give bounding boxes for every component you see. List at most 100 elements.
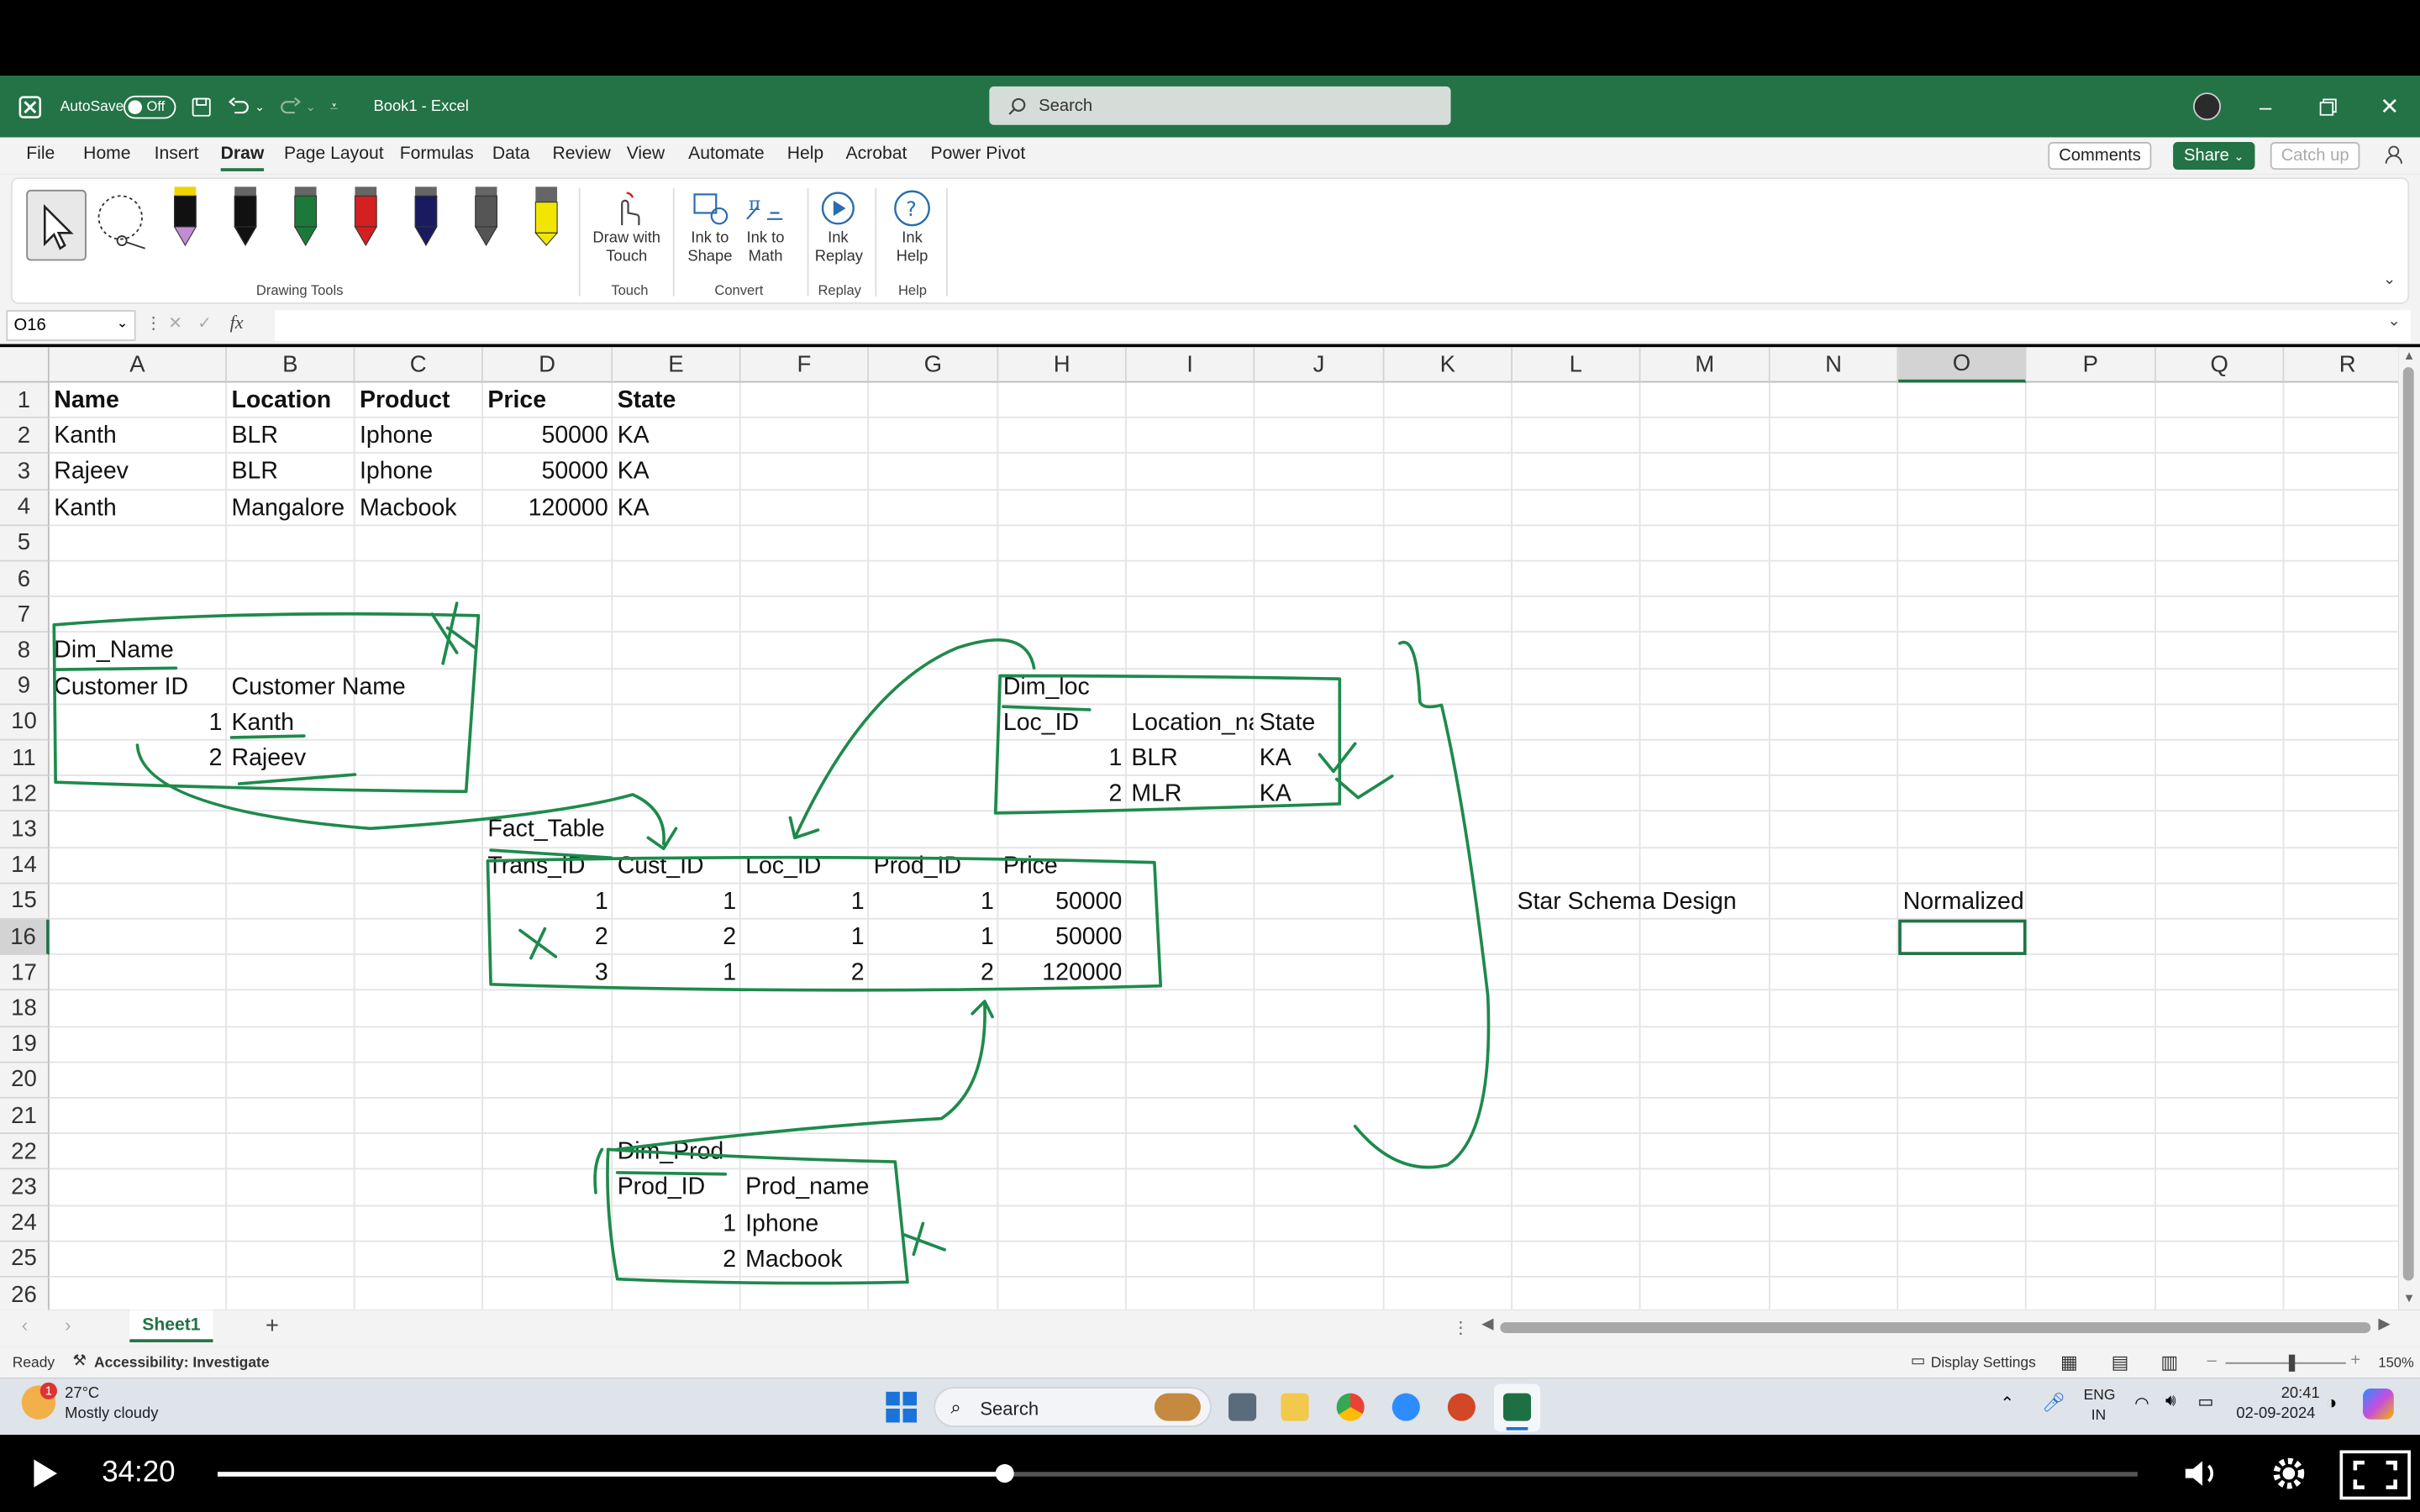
pen-icon (234, 186, 257, 247)
zoom-slider-thumb[interactable] (2288, 1354, 2296, 1372)
fullscreen-icon[interactable] (2339, 1450, 2411, 1500)
pen-2-button[interactable] (227, 186, 264, 256)
focus-icon[interactable]: ◑ (2326, 1392, 2337, 1414)
tab-data[interactable]: Data (492, 145, 530, 164)
powerpoint-icon[interactable] (1447, 1393, 1476, 1421)
horizontal-scroll-thumb[interactable] (1500, 1322, 2371, 1333)
clock-date[interactable]: 02-09-2024 (2236, 1405, 2315, 1422)
customize-toolbar-icon[interactable]: ⩡ (330, 76, 338, 137)
select-tool-button[interactable] (26, 189, 87, 261)
excel-taskbar-icon[interactable] (1502, 1393, 1532, 1421)
lasso-select-button[interactable] (92, 190, 154, 260)
zoom-level[interactable]: 150% (2378, 1355, 2413, 1370)
insert-function-icon[interactable]: fx (230, 312, 244, 335)
play-icon[interactable] (29, 1457, 60, 1499)
chrome-icon[interactable] (1336, 1393, 1365, 1421)
tab-home[interactable]: Home (83, 145, 130, 164)
pen-3-button[interactable] (287, 186, 324, 256)
zoom-slider[interactable] (2225, 1362, 2346, 1364)
accessibility-icon[interactable]: ⚒ (72, 1353, 86, 1370)
minimize-icon[interactable]: – (2260, 76, 2271, 137)
wifi-icon[interactable]: ◠ (2134, 1394, 2149, 1413)
sheet-tab-sheet1[interactable]: Sheet1 (129, 1310, 213, 1342)
page-layout-view-icon[interactable]: ▤ (2112, 1352, 2129, 1373)
zoom-in-icon[interactable]: + (2350, 1352, 2360, 1370)
restore-icon[interactable] (2319, 76, 2337, 137)
tab-file[interactable]: File (26, 145, 55, 164)
accessibility-status[interactable]: Accessibility: Investigate (94, 1355, 270, 1372)
tab-power-pivot[interactable]: Power Pivot (931, 145, 1026, 164)
battery-icon[interactable]: ▭ (2198, 1392, 2214, 1412)
pen-5-button[interactable] (408, 186, 445, 256)
catch-up-button[interactable]: Catch up (2270, 141, 2360, 171)
display-settings-icon[interactable]: ▭ (1911, 1353, 1925, 1370)
copilot-icon[interactable] (2363, 1389, 2394, 1420)
pen-6-button[interactable] (468, 186, 505, 256)
taskbar-search-icon: ⌕ (950, 1396, 961, 1418)
pen-1-button[interactable] (166, 186, 203, 256)
add-sheet-button[interactable]: + (266, 1313, 279, 1339)
redo-icon[interactable]: ⌄ (279, 76, 316, 137)
scroll-left-icon[interactable]: ◀ (1481, 1316, 1493, 1333)
draw-with-touch-button[interactable]: Draw with Touch (592, 188, 660, 265)
pen-4-button[interactable] (347, 186, 384, 256)
volume-control-icon[interactable] (2182, 1457, 2223, 1499)
file-explorer-icon[interactable] (1281, 1393, 1309, 1421)
pen-7-button[interactable] (528, 186, 565, 256)
coauthor-icon[interactable] (2385, 144, 2407, 170)
vertical-scroll-thumb[interactable] (2402, 367, 2414, 1281)
formula-input[interactable] (274, 310, 2411, 341)
ink-help-button[interactable]: ? Ink Help (889, 188, 935, 265)
windows-start-icon[interactable] (886, 1391, 918, 1431)
undo-icon[interactable]: ⌄ (228, 76, 265, 137)
taskbar-search[interactable]: ⌕ Search (934, 1387, 1212, 1427)
tray-overflow-icon[interactable]: ⌃ (2000, 1394, 2014, 1413)
formula-bar-more-icon[interactable]: ⋮ (145, 313, 162, 333)
user-avatar[interactable] (2193, 76, 2222, 137)
zoom-app-icon[interactable] (1392, 1393, 1420, 1421)
normal-view-icon[interactable]: ▦ (2060, 1352, 2078, 1373)
save-icon[interactable] (192, 76, 212, 137)
collapse-ribbon-icon[interactable]: ⌄ (2383, 271, 2396, 288)
tab-formulas[interactable]: Formulas (400, 145, 474, 164)
clock-time[interactable]: 20:41 (2281, 1385, 2320, 1402)
tab-automate[interactable]: Automate (688, 145, 764, 164)
zoom-out-icon[interactable]: – (2207, 1352, 2217, 1370)
volume-icon[interactable]: 🔊︎ (2165, 1392, 2176, 1412)
tab-page-layout[interactable]: Page Layout (284, 145, 384, 164)
ink-to-shape-button[interactable]: Ink to Shape (687, 188, 733, 265)
search-box[interactable]: Search (989, 86, 1451, 125)
tab-insert[interactable]: Insert (155, 145, 199, 164)
name-box[interactable]: O16 ⌄ (6, 310, 136, 341)
tab-review[interactable]: Review (553, 145, 611, 164)
worksheet-grid[interactable]: ABCDEFGHIJKLMNOPQR 1 2 3 4 5 6 7 8 9 10 11 12 13 14 15… (0, 347, 2399, 1310)
confirm-entry-icon[interactable]: ✓ (197, 313, 212, 333)
task-view-icon[interactable] (1228, 1393, 1257, 1421)
cancel-entry-icon[interactable]: ✕ (168, 313, 182, 333)
close-icon[interactable]: ✕ (2380, 76, 2399, 137)
prev-sheet-icon[interactable]: ‹ (22, 1315, 28, 1336)
next-sheet-icon[interactable]: › (65, 1315, 71, 1336)
scroll-right-icon[interactable]: ▶ (2378, 1316, 2390, 1333)
autosave-toggle[interactable]: Off (123, 76, 176, 137)
ribbon-separator (578, 188, 581, 297)
page-break-view-icon[interactable]: ▥ (2160, 1352, 2178, 1373)
expand-formula-bar-icon[interactable]: ⌄ (2387, 313, 2400, 330)
tab-draw[interactable]: Draw (220, 145, 265, 171)
tab-view[interactable]: View (627, 145, 665, 164)
video-progress-handle[interactable] (995, 1464, 1014, 1483)
settings-gear-icon[interactable] (2269, 1453, 2309, 1501)
tab-acrobat[interactable]: Acrobat (846, 145, 908, 164)
tab-splitter-icon[interactable]: ⋮ (1452, 1318, 1469, 1337)
ink-to-math-button[interactable]: π Ink to Math (742, 188, 788, 265)
display-settings-label[interactable]: Display Settings (1931, 1355, 2036, 1372)
microphone-icon[interactable]: 🎤︎ (2042, 1392, 2065, 1414)
tab-help[interactable]: Help (787, 145, 823, 164)
language-code[interactable]: ENG (2084, 1387, 2116, 1404)
comments-button[interactable]: Comments (2048, 141, 2152, 171)
share-button[interactable]: Share ⌄ (2173, 141, 2255, 171)
scroll-down-icon[interactable]: ▼ (2403, 1291, 2416, 1305)
scroll-up-icon[interactable]: ▲ (2403, 349, 2416, 363)
language-region[interactable]: IN (2091, 1407, 2106, 1424)
ink-replay-button[interactable]: Ink Replay (815, 188, 863, 265)
